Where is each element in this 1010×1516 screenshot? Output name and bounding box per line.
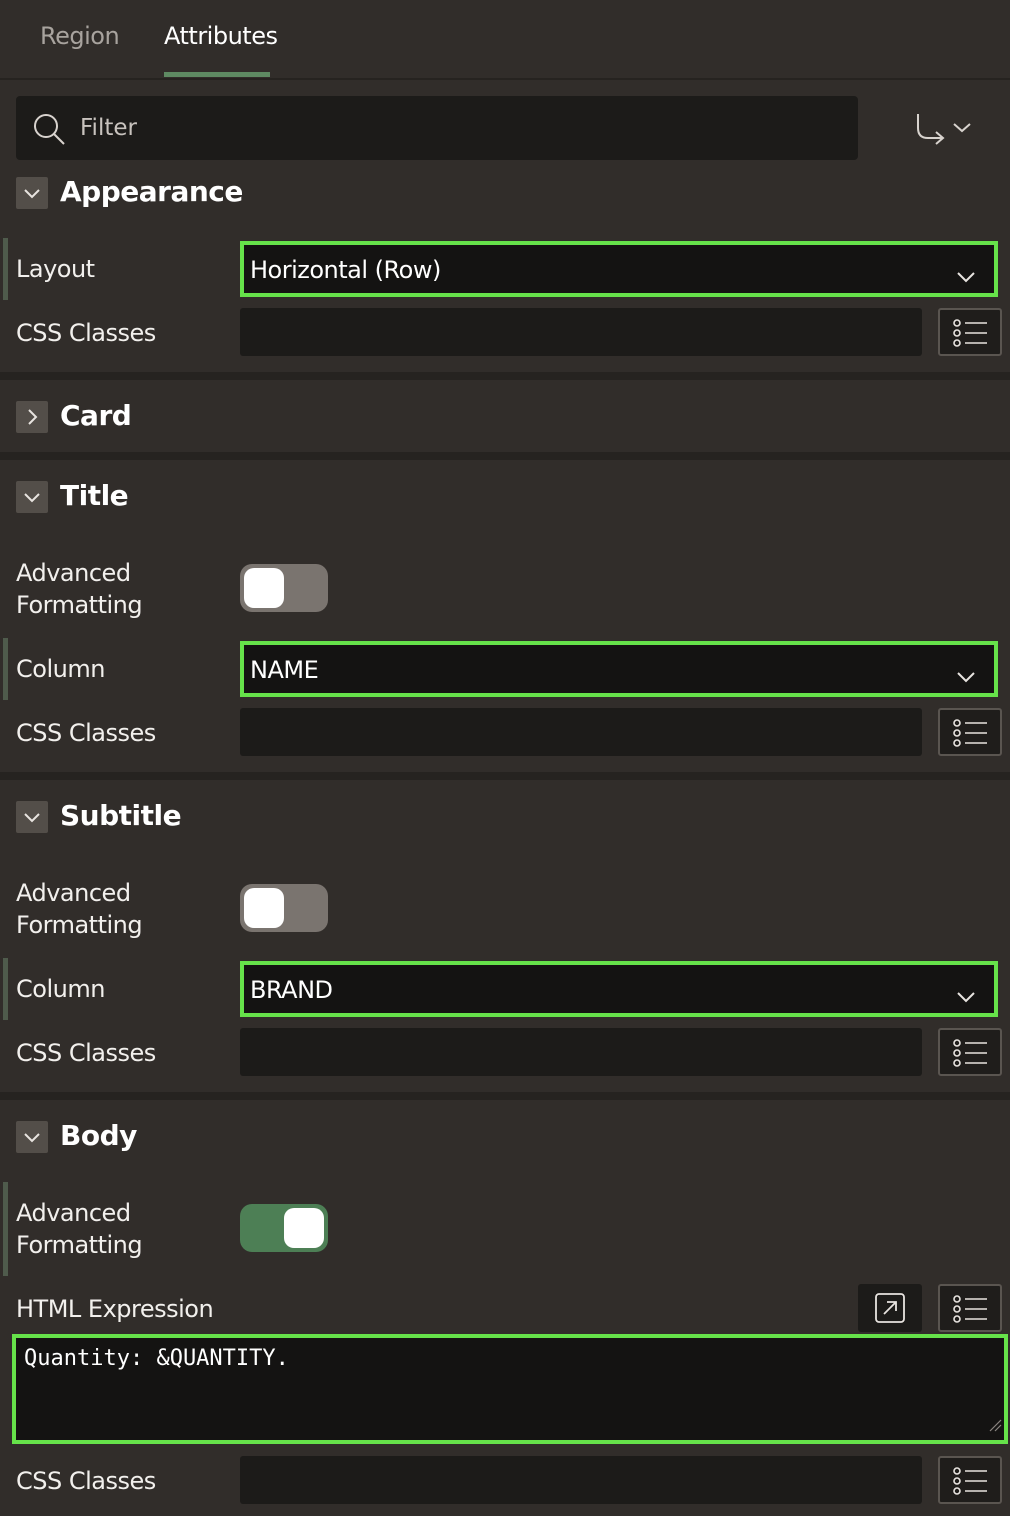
resize-handle-icon[interactable] xyxy=(988,1410,1002,1438)
section-divider xyxy=(0,452,1010,460)
title-advanced-formatting-toggle[interactable] xyxy=(240,564,328,612)
body-collapse-toggle[interactable] xyxy=(16,1121,48,1153)
chevron-down-icon xyxy=(24,189,40,199)
title-advanced-label-line1: Advanced xyxy=(16,559,131,587)
section-divider xyxy=(0,1092,1010,1100)
chevron-down-icon xyxy=(956,662,976,690)
appearance-css-input[interactable] xyxy=(240,308,922,356)
subtitle-css-label: CSS Classes xyxy=(16,1039,156,1067)
appearance-collapse-toggle[interactable] xyxy=(16,177,48,209)
title-column-label: Column xyxy=(16,655,105,683)
section-divider xyxy=(0,772,1010,780)
chevron-down-icon xyxy=(956,982,976,1010)
required-marker xyxy=(3,958,8,1020)
html-expression-textarea[interactable]: Quantity: &QUANTITY. xyxy=(12,1334,1008,1444)
layout-label: Layout xyxy=(16,255,95,283)
title-css-list-button[interactable] xyxy=(938,708,1002,756)
tab-region[interactable]: Region xyxy=(40,22,120,50)
appearance-css-label: CSS Classes xyxy=(16,319,156,347)
subtitle-advanced-formatting-toggle[interactable] xyxy=(240,884,328,932)
html-expression-list-button[interactable] xyxy=(938,1284,1002,1332)
tab-attributes[interactable]: Attributes xyxy=(164,22,278,50)
tab-bar: Region Attributes xyxy=(0,0,1010,80)
section-title-appearance: Appearance xyxy=(60,175,243,208)
title-advanced-label-line2: Formatting xyxy=(16,591,143,619)
filter-input[interactable] xyxy=(80,96,840,160)
title-column-value: NAME xyxy=(250,656,319,684)
go-to-group-button[interactable] xyxy=(912,110,978,150)
title-column-select[interactable]: NAME xyxy=(240,641,998,697)
active-tab-indicator xyxy=(164,72,270,77)
search-icon xyxy=(32,112,66,146)
title-css-input[interactable] xyxy=(240,708,922,756)
list-icon xyxy=(953,719,987,747)
title-css-label: CSS Classes xyxy=(16,719,156,747)
body-advanced-formatting-toggle[interactable] xyxy=(240,1204,328,1252)
list-icon xyxy=(953,1295,987,1323)
goto-arrow-icon xyxy=(912,114,978,156)
list-icon xyxy=(953,319,987,347)
body-advanced-label-line2: Formatting xyxy=(16,1231,143,1259)
toggle-knob xyxy=(244,568,284,608)
section-title-title: Title xyxy=(60,479,129,512)
subtitle-css-input[interactable] xyxy=(240,1028,922,1076)
list-icon xyxy=(953,1467,987,1495)
html-expression-value: Quantity: &QUANTITY. xyxy=(24,1346,289,1371)
card-expand-toggle[interactable] xyxy=(16,401,48,433)
body-css-input[interactable] xyxy=(240,1456,922,1504)
section-title-subtitle: Subtitle xyxy=(60,799,182,832)
expand-icon xyxy=(875,1293,905,1323)
chevron-right-icon xyxy=(28,409,38,425)
subtitle-advanced-label-line2: Formatting xyxy=(16,911,143,939)
subtitle-css-list-button[interactable] xyxy=(938,1028,1002,1076)
subtitle-column-select[interactable]: BRAND xyxy=(240,961,998,1017)
list-icon xyxy=(953,1039,987,1067)
chevron-down-icon xyxy=(24,1133,40,1143)
layout-value: Horizontal (Row) xyxy=(250,256,441,284)
body-advanced-label-line1: Advanced xyxy=(16,1199,131,1227)
toggle-knob xyxy=(244,888,284,928)
section-title-card: Card xyxy=(60,399,132,432)
section-divider xyxy=(0,372,1010,380)
body-css-list-button[interactable] xyxy=(938,1456,1002,1504)
subtitle-advanced-label-line1: Advanced xyxy=(16,879,131,907)
toggle-knob xyxy=(284,1208,324,1248)
subtitle-column-label: Column xyxy=(16,975,105,1003)
chevron-down-icon xyxy=(24,493,40,503)
open-code-editor-button[interactable] xyxy=(858,1284,922,1332)
required-marker xyxy=(3,638,8,700)
subtitle-column-value: BRAND xyxy=(250,976,333,1004)
layout-select[interactable]: Horizontal (Row) xyxy=(240,241,998,297)
appearance-css-list-button[interactable] xyxy=(938,308,1002,356)
chevron-down-icon xyxy=(956,262,976,290)
chevron-down-icon xyxy=(24,813,40,823)
html-expression-label: HTML Expression xyxy=(16,1295,214,1323)
filter-box xyxy=(16,96,858,160)
required-marker xyxy=(3,1182,8,1276)
title-collapse-toggle[interactable] xyxy=(16,481,48,513)
required-marker xyxy=(3,238,8,300)
section-title-body: Body xyxy=(60,1119,137,1152)
subtitle-collapse-toggle[interactable] xyxy=(16,801,48,833)
body-css-label: CSS Classes xyxy=(16,1467,156,1495)
